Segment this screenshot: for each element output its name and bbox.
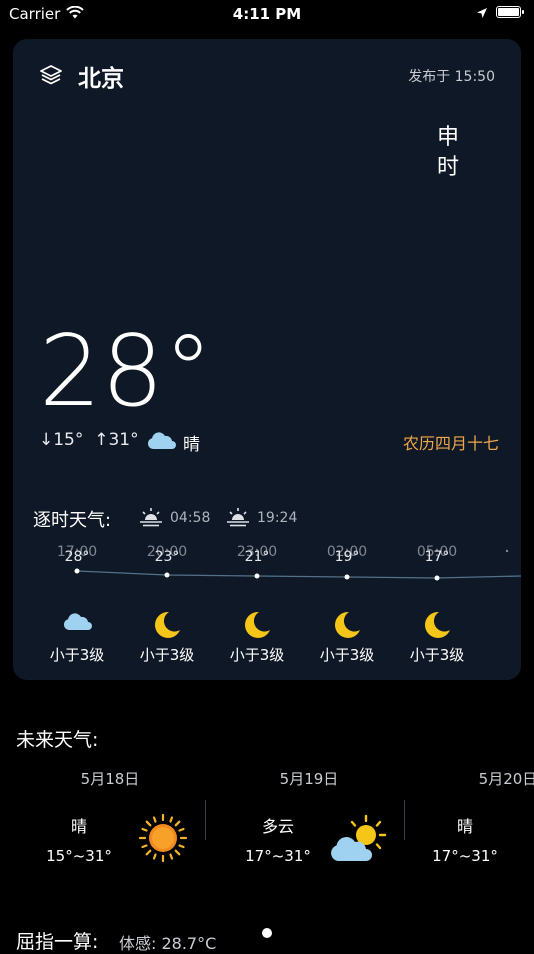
hour-wind: 小于3级 <box>229 646 285 664</box>
hour-temp: 19° <box>334 549 360 565</box>
hourly-temperature-line <box>74 549 521 581</box>
battery-icon <box>496 6 524 18</box>
forecast-date: 5月19日 <box>279 770 339 788</box>
page-indicator-dot[interactable] <box>262 928 272 938</box>
forecast-date: 5月20日 <box>478 770 534 788</box>
hour-wind: 小于3级 <box>139 646 195 664</box>
hour-wind: 小于3级 <box>319 646 375 664</box>
hour-temp: 21° <box>244 549 270 565</box>
hour-wind: 小于3级 <box>409 646 465 664</box>
forecast-day: 5月20日 晴 17°~31° <box>400 765 534 875</box>
forecast-divider <box>205 800 206 840</box>
forecast-range: 17°~31° <box>432 847 498 865</box>
forecast-condition: 晴 <box>456 817 473 836</box>
hour-wind: 小于3级 <box>49 646 105 664</box>
forecast-range: 17°~31° <box>245 847 311 865</box>
forecast-day: 5月19日 多云 17°~31° <box>213 765 413 875</box>
hour-temp: 17° <box>424 549 450 565</box>
forecast-day: 5月18日 晴 15°~31° <box>14 765 214 875</box>
feels-like: 体感: 28.7°C <box>119 934 217 953</box>
status-time: 4:11 PM <box>232 5 302 23</box>
moon-icon <box>245 611 270 638</box>
moon-icon <box>335 611 360 638</box>
forecast-condition: 晴 <box>70 817 87 836</box>
sun-icon <box>138 813 188 863</box>
current-weather-card: 北京 发布于 15:50 申时 28° ↓15° ↑31° 晴 农历四月十七 逐… <box>13 39 521 680</box>
hour-temp: 23° <box>154 549 180 565</box>
location-arrow-icon <box>477 8 487 18</box>
forecast-range: 15°~31° <box>46 847 112 865</box>
cloud-icon <box>63 613 92 630</box>
status-bar: Carrier 4:11 PM <box>0 0 534 28</box>
moon-icon <box>155 611 180 638</box>
partly-cloudy-icon <box>331 814 387 861</box>
forecast-date: 5月18日 <box>80 770 140 788</box>
future-title: 未来天气: <box>16 729 99 751</box>
forecast-condition: 多云 <box>261 817 294 836</box>
hour-temp: 28° <box>64 549 90 565</box>
moon-icon <box>425 611 450 638</box>
